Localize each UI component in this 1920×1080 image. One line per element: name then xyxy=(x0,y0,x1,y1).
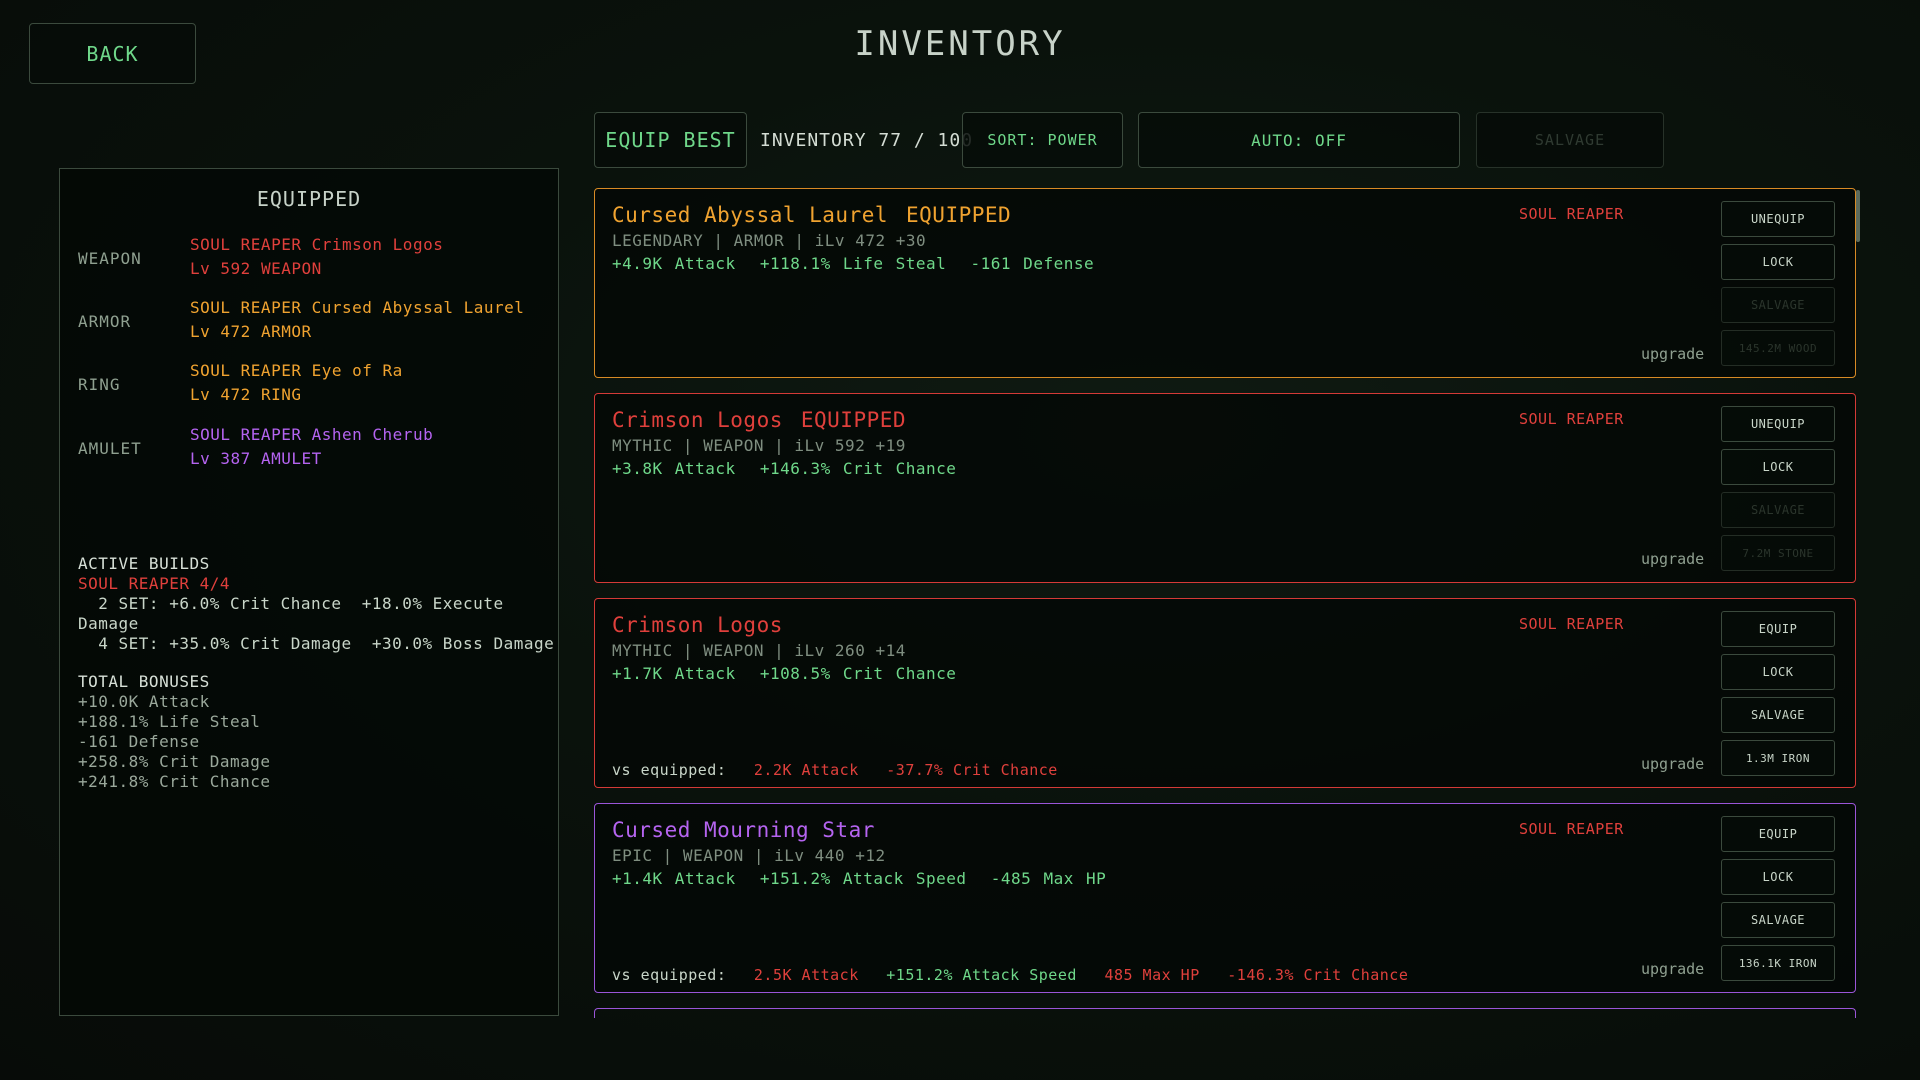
slot-label: AMULET xyxy=(78,439,142,458)
lock-button[interactable]: LOCK xyxy=(1721,449,1835,485)
slot-item-level: Lv 387 AMULET xyxy=(190,449,322,468)
equipped-panel: EQUIPPED WEAPON SOUL REAPER Crimson Logo… xyxy=(59,168,559,1016)
upgrade-label: upgrade xyxy=(1641,550,1705,568)
vs-equipped: vs equipped: 2.2K Attack -37.7% Crit Cha… xyxy=(612,761,1076,779)
equipped-slot-ring[interactable]: RING SOUL REAPER Eye of Ra Lv 472 RING xyxy=(78,359,548,415)
upgrade-label: upgrade xyxy=(1641,960,1705,978)
upgrade-label: upgrade xyxy=(1641,755,1705,773)
item-card-partial[interactable] xyxy=(594,1008,1856,1018)
item-meta: LEGENDARY | ARMOR | iLv 472 +30 xyxy=(612,231,927,250)
item-set: SOUL REAPER xyxy=(1519,820,1624,838)
equipped-slot-weapon[interactable]: WEAPON SOUL REAPER Crimson Logos Lv 592 … xyxy=(78,233,548,289)
equipped-slot-amulet[interactable]: AMULET SOUL REAPER Ashen Cherub Lv 387 A… xyxy=(78,423,548,479)
item-meta: MYTHIC | WEAPON | iLv 260 +14 xyxy=(612,641,906,660)
vs-delta: 2.5K Attack xyxy=(753,966,859,984)
equip-button[interactable]: EQUIP xyxy=(1721,816,1835,852)
item-meta: MYTHIC | WEAPON | iLv 592 +19 xyxy=(612,436,906,455)
item-name: Crimson Logos xyxy=(612,613,783,637)
slot-item-name: SOUL REAPER Ashen Cherub xyxy=(190,425,434,444)
slot-item-level: Lv 472 RING xyxy=(190,385,302,404)
salvage-button[interactable]: SALVAGE xyxy=(1721,492,1835,528)
item-stats: +1.4K Attack +151.2% Attack Speed -485 M… xyxy=(612,869,1107,888)
vs-delta: +151.2% Attack Speed xyxy=(886,966,1077,984)
vs-delta: 485 Max HP xyxy=(1104,966,1200,984)
build-bonus-2: 2 SET: +6.0% Crit Chance +18.0% Execute xyxy=(78,594,504,613)
item-card[interactable]: Cursed Abyssal Laurel EQUIPPED LEGENDARY … xyxy=(594,188,1856,378)
upgrade-button[interactable]: 145.2M WOOD xyxy=(1721,330,1835,366)
item-stats: +3.8K Attack +146.3% Crit Chance xyxy=(612,459,957,478)
total-bonus-line: +10.0K Attack xyxy=(78,692,210,711)
item-name: Cursed Abyssal Laurel EQUIPPED xyxy=(612,203,1012,227)
equipped-slot-armor[interactable]: ARMOR SOUL REAPER Cursed Abyssal Laurel … xyxy=(78,296,548,352)
page-title: INVENTORY xyxy=(854,24,1066,64)
vs-delta: -37.7% Crit Chance xyxy=(886,761,1058,779)
slot-label: ARMOR xyxy=(78,312,132,331)
item-set: SOUL REAPER xyxy=(1519,615,1624,633)
item-card[interactable]: Crimson Logos MYTHIC | WEAPON | iLv 260 … xyxy=(594,598,1856,788)
total-bonuses: TOTAL BONUSES +10.0K Attack +188.1% Life… xyxy=(78,672,548,792)
item-stats: +1.7K Attack +108.5% Crit Chance xyxy=(612,664,957,683)
slot-item-name: SOUL REAPER Crimson Logos xyxy=(190,235,444,254)
vs-equipped: vs equipped: 2.5K Attack +151.2% Attack … xyxy=(612,966,1426,984)
upgrade-button[interactable]: 1.3M IRON xyxy=(1721,740,1835,776)
slot-item-name: SOUL REAPER Eye of Ra xyxy=(190,361,403,380)
salvage-button[interactable]: SALVAGE xyxy=(1476,112,1664,168)
sort-button[interactable]: SORT: POWER xyxy=(962,112,1123,168)
auto-toggle-button[interactable]: AUTO: OFF xyxy=(1138,112,1460,168)
unequip-button[interactable]: UNEQUIP xyxy=(1721,201,1835,237)
item-name: Crimson Logos EQUIPPED xyxy=(612,408,907,432)
total-bonus-line: +258.8% Crit Damage xyxy=(78,752,271,771)
lock-button[interactable]: LOCK xyxy=(1721,654,1835,690)
equip-button[interactable]: EQUIP xyxy=(1721,611,1835,647)
build-bonus-4: 4 SET: +35.0% Crit Damage +30.0% Boss Da… xyxy=(78,634,555,653)
item-card[interactable]: Cursed Mourning Star EPIC | WEAPON | iLv… xyxy=(594,803,1856,993)
total-bonus-line: -161 Defense xyxy=(78,732,200,751)
item-set: SOUL REAPER xyxy=(1519,205,1624,223)
upgrade-button[interactable]: 7.2M STONE xyxy=(1721,535,1835,571)
upgrade-label: upgrade xyxy=(1641,345,1705,363)
salvage-button[interactable]: SALVAGE xyxy=(1721,902,1835,938)
slot-label: RING xyxy=(78,375,121,394)
slot-item-level: Lv 472 ARMOR xyxy=(190,322,312,341)
vs-delta: -146.3% Crit Chance xyxy=(1227,966,1409,984)
build-set-name: SOUL REAPER 4/4 xyxy=(78,574,230,593)
builds-heading: ACTIVE BUILDS xyxy=(78,554,210,573)
active-builds: ACTIVE BUILDS SOUL REAPER 4/4 2 SET: +6.… xyxy=(78,554,555,654)
slot-item-level: Lv 592 WEAPON xyxy=(190,259,322,278)
item-name: Cursed Mourning Star xyxy=(612,818,875,842)
total-bonus-line: +241.8% Crit Chance xyxy=(78,772,271,791)
lock-button[interactable]: LOCK xyxy=(1721,859,1835,895)
salvage-button[interactable]: SALVAGE xyxy=(1721,697,1835,733)
item-meta: EPIC | WEAPON | iLv 440 +12 xyxy=(612,846,886,865)
totals-heading: TOTAL BONUSES xyxy=(78,672,210,691)
unequip-button[interactable]: UNEQUIP xyxy=(1721,406,1835,442)
equipped-tag: EQUIPPED xyxy=(800,408,907,432)
item-stats: +4.9K Attack +118.1% Life Steal -161 Def… xyxy=(612,254,1095,273)
slot-item-name: SOUL REAPER Cursed Abyssal Laurel xyxy=(190,298,525,317)
vs-label: vs equipped: xyxy=(612,761,727,779)
equipped-tag: EQUIPPED xyxy=(906,203,1012,227)
vs-delta: 2.2K Attack xyxy=(753,761,859,779)
build-bonus-2-cont: Damage xyxy=(78,614,139,633)
equipped-heading: EQUIPPED xyxy=(256,187,362,211)
lock-button[interactable]: LOCK xyxy=(1721,244,1835,280)
inventory-count: INVENTORY 77 / 100 xyxy=(760,129,974,151)
scrollbar-thumb[interactable] xyxy=(1856,190,1860,242)
total-bonus-line: +188.1% Life Steal xyxy=(78,712,261,731)
item-set: SOUL REAPER xyxy=(1519,410,1624,428)
equip-best-button[interactable]: EQUIP BEST xyxy=(594,112,747,168)
salvage-button[interactable]: SALVAGE xyxy=(1721,287,1835,323)
upgrade-button[interactable]: 136.1K IRON xyxy=(1721,945,1835,981)
slot-label: WEAPON xyxy=(78,249,142,268)
item-card[interactable]: Crimson Logos EQUIPPED MYTHIC | WEAPON | … xyxy=(594,393,1856,583)
vs-label: vs equipped: xyxy=(612,966,727,984)
